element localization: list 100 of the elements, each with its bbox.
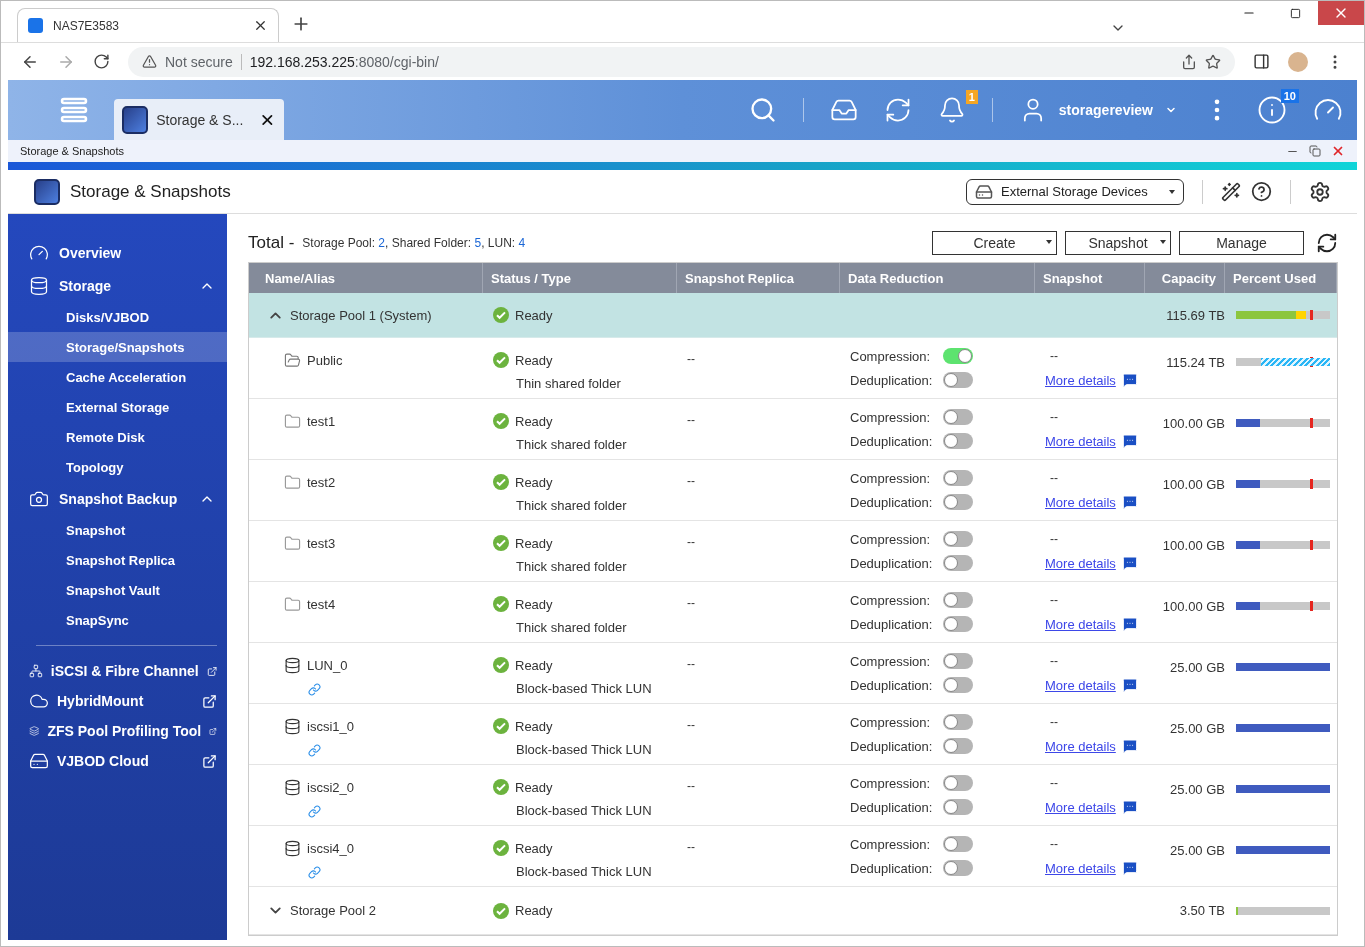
more-details-link[interactable]: More details (1045, 860, 1116, 876)
sidebar-link[interactable]: VJBOD Cloud (8, 746, 227, 776)
device-dropdown[interactable]: External Storage Devices (966, 178, 1184, 205)
notification-badge: 1 (965, 90, 978, 104)
sidebar-item[interactable]: Cache Acceleration (8, 362, 227, 392)
share-icon[interactable] (1181, 53, 1197, 70)
sidebar-link[interactable]: HybridMount (8, 686, 227, 716)
more-details-link[interactable]: More details (1045, 799, 1116, 815)
toggle-label: Compression: (850, 836, 932, 852)
profile-avatar[interactable] (1288, 51, 1308, 72)
maximize-icon[interactable] (1289, 7, 1301, 19)
toggle-switch[interactable] (943, 616, 973, 632)
close-button[interactable] (1318, 1, 1364, 25)
chat-icon (1121, 860, 1138, 876)
sidebar-item[interactable]: Topology (8, 452, 227, 482)
more-details-link[interactable]: More details (1045, 494, 1116, 510)
sidebar-link[interactable]: iSCSI & Fibre Channel (8, 656, 227, 686)
capacity-value: 25.00 GB (1170, 843, 1225, 858)
capacity-value: 100.00 GB (1162, 538, 1225, 553)
more-details-link[interactable]: More details (1045, 433, 1116, 449)
toggle-label: Deduplication: (850, 433, 934, 449)
address-bar[interactable]: Not secure 192.168.253.225:8080/cgi-bin/ (128, 46, 1235, 77)
chat-icon (1121, 494, 1138, 510)
refresh-icon[interactable] (1316, 232, 1338, 254)
sidebar-item[interactable]: Snapshot (8, 515, 227, 545)
settings-icon[interactable] (1309, 180, 1331, 203)
summary-title: Total - (248, 233, 295, 253)
side-panel-icon[interactable] (1253, 53, 1270, 70)
replica-value: -- (687, 657, 696, 671)
sidebar-item[interactable]: Snapshot Vault (8, 575, 227, 605)
status-text: Ready (515, 474, 553, 490)
sidebar-item[interactable]: Storage/Snapshots (8, 332, 227, 362)
sidebar-item[interactable]: Remote Disk (8, 422, 227, 452)
status-text: Ready (515, 352, 553, 368)
capacity-value: 3.50 TB (1179, 903, 1225, 918)
sidebar-item[interactable]: SnapSync (8, 605, 227, 635)
toggle-switch[interactable] (943, 677, 973, 693)
summary-counts: Storage Pool: 2, Shared Folder: 5, LUN: 4 (302, 236, 526, 250)
browser-tab[interactable]: NAS7E3583 (17, 8, 279, 42)
sidebar-item[interactable]: Snapshot Backup (8, 482, 227, 515)
item-name: test1 (307, 413, 336, 429)
toolbar-button[interactable]: Create (932, 231, 1057, 255)
toggle-switch[interactable] (943, 494, 973, 510)
toolbar-button[interactable]: Snapshot (1065, 231, 1171, 255)
status-text: Ready (515, 413, 553, 429)
toggle-switch[interactable] (943, 409, 973, 425)
toggle-switch[interactable] (943, 433, 973, 449)
chat-icon (1121, 738, 1138, 754)
ready-icon (493, 352, 509, 368)
more-details-link[interactable]: More details (1045, 616, 1116, 632)
close-icon[interactable] (253, 18, 268, 33)
capacity-value: 100.00 GB (1162, 477, 1225, 492)
ready-icon (493, 413, 509, 429)
toggle-switch[interactable] (943, 714, 973, 730)
app-title: Storage & Snapshots (70, 181, 231, 202)
sidebar-item[interactable]: Snapshot Replica (8, 545, 227, 575)
help-icon[interactable] (1251, 181, 1272, 202)
sidebar-item[interactable]: Storage (8, 269, 227, 302)
toggle-switch[interactable] (943, 372, 973, 388)
status-text: Ready (515, 840, 553, 856)
chat-icon (1121, 433, 1138, 449)
user-name[interactable]: storagereview (1058, 102, 1153, 118)
more-details-link[interactable]: More details (1045, 555, 1116, 571)
toggle-switch[interactable] (943, 775, 973, 791)
replica-value: -- (687, 413, 696, 427)
item-name: test3 (307, 535, 336, 551)
toggle-switch[interactable] (943, 653, 973, 669)
search-icon[interactable] (748, 96, 777, 124)
database-icon (29, 275, 49, 296)
replica-value: -- (687, 596, 696, 610)
item-name: test2 (307, 474, 336, 490)
more-details-link[interactable]: More details (1045, 372, 1116, 388)
sidebar-link[interactable]: ZFS Pool Profiling Tool (8, 716, 227, 746)
ready-icon (493, 902, 509, 919)
sidebar-item[interactable]: Disks/VJBOD (8, 302, 227, 332)
restore-icon[interactable] (1309, 145, 1321, 157)
sidebar-item[interactable]: Overview (8, 236, 227, 269)
toggle-label: Compression: (850, 592, 932, 608)
bookmark-icon[interactable] (1205, 53, 1221, 70)
more-details-link[interactable]: More details (1045, 677, 1116, 693)
toggle-switch[interactable] (943, 799, 973, 815)
sidebar-item[interactable]: External Storage (8, 392, 227, 422)
status-text: Ready (515, 903, 553, 918)
toggle-switch[interactable] (943, 860, 973, 876)
toggle-switch[interactable] (943, 836, 973, 852)
toggle-switch[interactable] (943, 348, 973, 364)
disk-icon (284, 839, 301, 857)
toggle-switch[interactable] (943, 531, 973, 547)
more-details-link[interactable]: More details (1045, 738, 1116, 754)
toggle-switch[interactable] (943, 592, 973, 608)
toggle-switch[interactable] (943, 470, 973, 486)
snapshot-value: -- (1049, 349, 1058, 363)
toggle-label: Compression: (850, 531, 932, 547)
type-text: Thick shared folder (515, 620, 628, 635)
toolbar-button[interactable]: Manage (1179, 231, 1304, 255)
wand-icon[interactable] (1221, 181, 1241, 202)
toggle-switch[interactable] (943, 738, 973, 754)
app-tab[interactable]: Storage & S... (114, 99, 284, 140)
toggle-switch[interactable] (943, 555, 973, 571)
reload-icon[interactable] (93, 53, 110, 70)
